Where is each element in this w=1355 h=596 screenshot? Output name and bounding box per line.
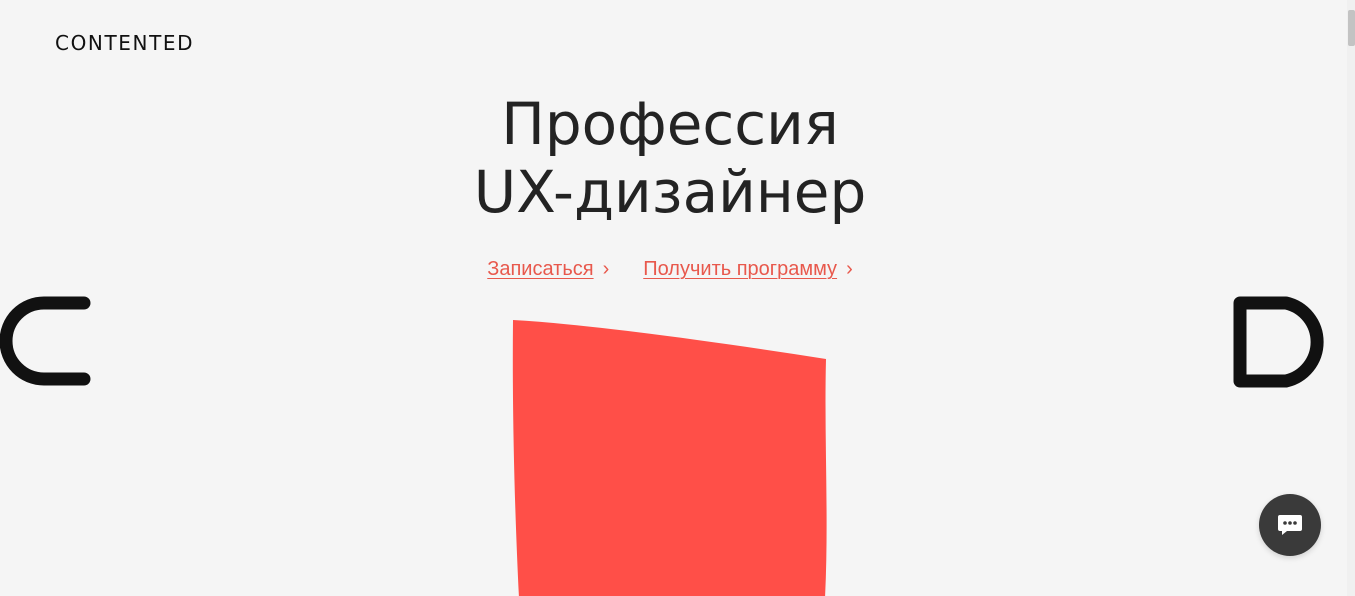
- red-decorative-shape: [512, 320, 827, 596]
- get-program-link-label: Получить программу: [643, 258, 838, 280]
- scrollbar[interactable]: [1347, 0, 1355, 596]
- cta-links: Записаться › Получить программу ›: [0, 258, 1340, 281]
- letter-d-icon: [1233, 296, 1324, 388]
- page: CONTENTED Профессия UX-дизайнер Записать…: [0, 0, 1355, 596]
- chat-icon: [1278, 515, 1302, 535]
- chat-button[interactable]: [1259, 494, 1321, 556]
- letter-c-icon: [0, 296, 91, 386]
- chevron-right-icon: ›: [846, 258, 853, 280]
- signup-link-label: Записаться: [487, 258, 594, 280]
- get-program-link[interactable]: Получить программу ›: [643, 258, 852, 281]
- hero-title-line-1: Профессия: [501, 90, 839, 158]
- chevron-right-icon: ›: [602, 258, 610, 280]
- logo[interactable]: CONTENTED: [55, 31, 194, 55]
- scrollbar-thumb[interactable]: [1348, 10, 1355, 46]
- signup-link[interactable]: Записаться ›: [487, 258, 609, 281]
- hero-title: Профессия UX-дизайнер: [0, 90, 1340, 226]
- hero-title-line-2: UX-дизайнер: [473, 158, 867, 226]
